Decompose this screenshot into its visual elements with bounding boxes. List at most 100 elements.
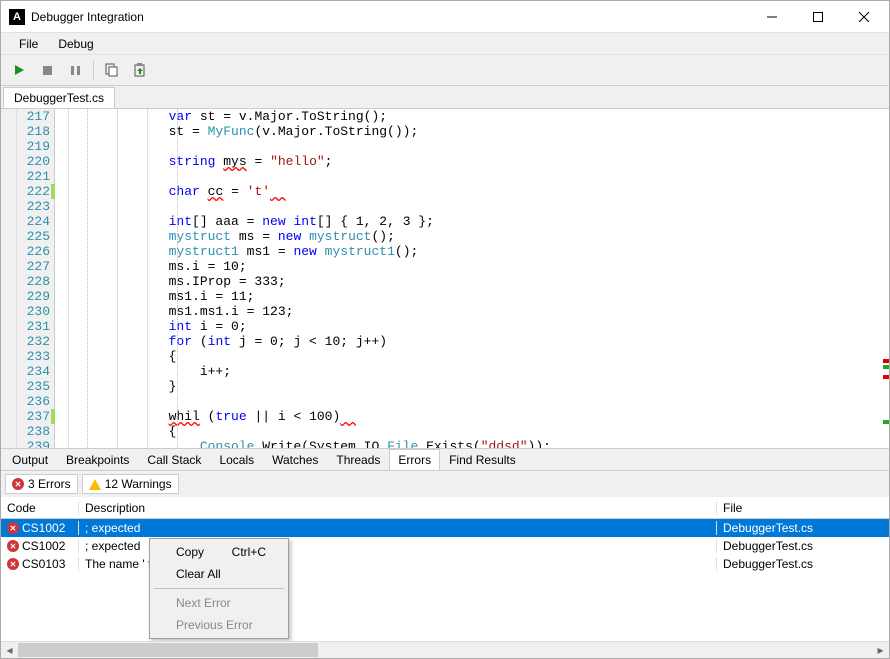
bottom-tab-watches[interactable]: Watches [263,449,327,470]
warning-icon [89,479,101,490]
bottom-tab-find-results[interactable]: Find Results [440,449,525,470]
code-line[interactable] [75,169,881,184]
code-line[interactable]: { [75,349,881,364]
code-line[interactable]: char cc = 't' [75,184,881,199]
menu-separator [154,588,284,589]
bottom-tab-threads[interactable]: Threads [327,449,389,470]
line-number: 223 [17,199,50,214]
scroll-left-icon[interactable]: ◂ [1,642,18,659]
code-line[interactable]: int i = 0; [75,319,881,334]
line-number: 235 [17,379,50,394]
error-icon: ✕ [7,522,19,534]
breakpoint-margin[interactable] [1,109,17,448]
scroll-right-icon[interactable]: ▸ [872,642,889,659]
line-number: 220 [17,154,50,169]
fold-margin[interactable] [55,109,69,448]
code-line[interactable]: for (int j = 0; j < 10; j++) [75,334,881,349]
menu-item-label: Copy [176,545,204,559]
line-number: 225 [17,229,50,244]
horizontal-scrollbar[interactable]: ◂ ▸ [1,641,889,658]
error-table: Code Description File ✕CS1002; expectedD… [1,497,889,641]
code-line[interactable]: ms.IProp = 333; [75,274,881,289]
toolbar-separator [93,60,94,80]
line-number: 221 [17,169,50,184]
scroll-thumb[interactable] [18,643,318,657]
line-number: 224 [17,214,50,229]
error-file: DebuggerTest.cs [717,557,889,571]
bottom-tab-errors[interactable]: Errors [389,449,440,470]
bottom-tab-locals[interactable]: Locals [210,449,263,470]
code-line[interactable] [75,139,881,154]
error-row[interactable]: ✕CS1002; expectedDebuggerTest.cs [1,537,889,555]
stop-button[interactable] [35,58,59,82]
app-icon: A [9,9,25,25]
maximize-button[interactable] [795,2,841,32]
menu-item-copy[interactable]: Copy Ctrl+C [152,541,286,563]
code-line[interactable]: } [75,379,881,394]
error-description: ; expected [79,521,717,535]
paste-button[interactable] [128,58,152,82]
run-button[interactable] [7,58,31,82]
bottom-tab-call-stack[interactable]: Call Stack [138,449,210,470]
code-line[interactable]: mystruct ms = new mystruct(); [75,229,881,244]
error-mark-icon [883,359,889,363]
errors-panel: ✕ 3 Errors 12 Warnings Code Description … [1,470,889,658]
code-line[interactable]: Console.Write(System.IO.File.Exists("dds… [75,439,881,448]
document-tabs: DebuggerTest.cs [1,86,889,108]
scroll-track[interactable] [18,642,872,658]
menu-shortcut: Ctrl+C [232,545,266,559]
code-line[interactable]: ms1.i = 11; [75,289,881,304]
col-header-code[interactable]: Code [1,501,79,515]
menu-item-label: Previous Error [176,618,253,632]
overview-ruler[interactable] [881,109,889,448]
col-header-description[interactable]: Description [79,501,717,515]
menu-debug[interactable]: Debug [48,35,103,53]
error-row[interactable]: ✕CS0103The name ' t contextDebuggerTest.… [1,555,889,573]
warnings-filter-button[interactable]: 12 Warnings [82,474,179,494]
code-line[interactable]: i++; [75,364,881,379]
code-editor[interactable]: 2172182192202212222232242252262272282292… [1,108,889,448]
change-mark-icon [883,365,889,369]
error-table-header: Code Description File [1,497,889,519]
copy-button[interactable] [100,58,124,82]
pause-button[interactable] [63,58,87,82]
line-number: 236 [17,394,50,409]
bottom-tab-breakpoints[interactable]: Breakpoints [57,449,138,470]
menu-item-clear-all[interactable]: Clear All [152,563,286,585]
menu-file[interactable]: File [9,35,48,53]
doc-tab[interactable]: DebuggerTest.cs [3,87,115,108]
code-line[interactable]: string mys = "hello"; [75,154,881,169]
code-line[interactable]: ms1.ms1.i = 123; [75,304,881,319]
line-number: 226 [17,244,50,259]
toolbar [1,54,889,86]
error-code: CS0103 [22,557,65,571]
errors-count-label: 3 Errors [28,477,71,491]
code-area[interactable]: var st = v.Major.ToString(); st = MyFunc… [69,109,881,448]
code-line[interactable]: st = MyFunc(v.Major.ToString()); [75,124,881,139]
code-line[interactable]: int[] aaa = new int[] { 1, 2, 3 }; [75,214,881,229]
code-line[interactable] [75,199,881,214]
code-line[interactable]: mystruct1 ms1 = new mystruct1(); [75,244,881,259]
menu-item-next-error: Next Error [152,592,286,614]
error-file: DebuggerTest.cs [717,539,889,553]
minimize-button[interactable] [749,2,795,32]
bottom-tab-output[interactable]: Output [3,449,57,470]
code-line[interactable]: whil (true || i < 100) [75,409,881,424]
code-line[interactable]: ms.i = 10; [75,259,881,274]
warnings-count-label: 12 Warnings [105,477,172,491]
errors-filter-button[interactable]: ✕ 3 Errors [5,474,78,494]
error-icon: ✕ [7,540,19,552]
close-button[interactable] [841,2,887,32]
menu-bar: File Debug [1,32,889,54]
error-file: DebuggerTest.cs [717,521,889,535]
line-number: 230 [17,304,50,319]
col-header-file[interactable]: File [717,501,889,515]
code-line[interactable]: { [75,424,881,439]
line-number: 217 [17,109,50,124]
error-row[interactable]: ✕CS1002 ; expectedDebuggerTest.cs [1,519,889,537]
error-code: CS1002 [22,521,65,535]
code-line[interactable]: var st = v.Major.ToString(); [75,109,881,124]
error-icon: ✕ [7,558,19,570]
line-number: 231 [17,319,50,334]
code-line[interactable] [75,394,881,409]
